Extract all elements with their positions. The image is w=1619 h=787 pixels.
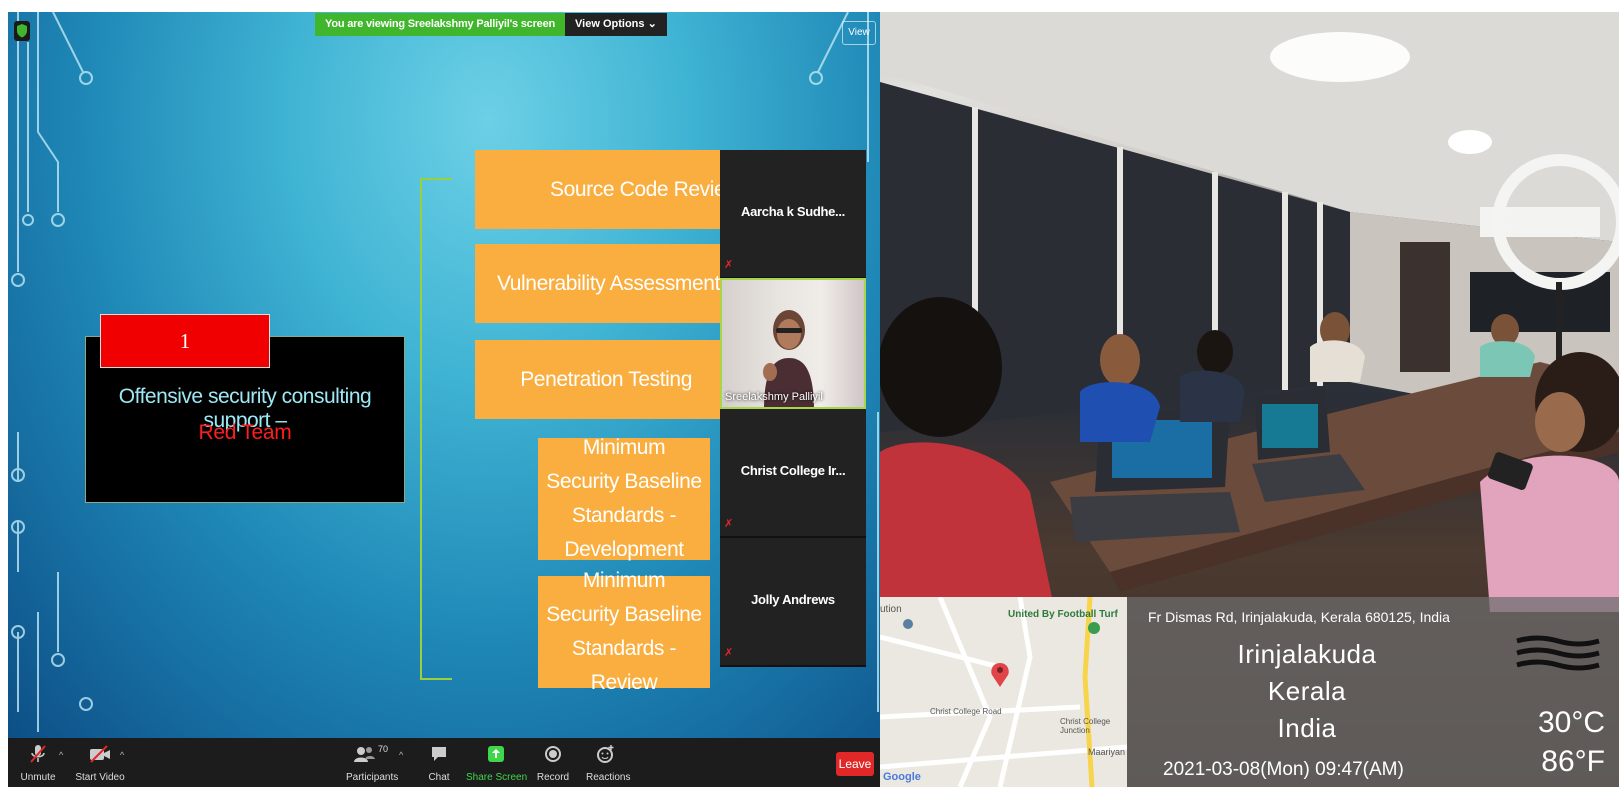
temperature-fahrenheit: 86°F: [1541, 745, 1605, 778]
participant-tile[interactable]: Aarcha k Sudhe... ✗: [720, 150, 866, 279]
slide-box-label: Minimum Security Baseline Standards - Re…: [546, 569, 702, 694]
meeting-toolbar: Unmute ^ Start Video ^ 70 Participants ^…: [8, 738, 880, 787]
geo-city: Irinjalakuda: [1237, 639, 1377, 669]
reactions-icon: [597, 745, 614, 763]
slide-box-vulnerability-assessment: Vulnerability Assessment: [475, 244, 720, 323]
start-video-button[interactable]: Start Video: [72, 742, 128, 783]
map-graphic: [880, 597, 1127, 787]
camera-off-icon: [90, 745, 110, 763]
screen-share-bar: You are viewing Sreelakshmy Palliyil's s…: [315, 13, 667, 36]
mic-muted-icon: ✗: [724, 518, 734, 530]
participant-video-name: Sreelakshmy Palliyil: [725, 391, 823, 403]
participants-label: Participants: [346, 772, 399, 783]
slide-box-msbs-development: Minimum Security Baseline Standards - De…: [538, 436, 710, 561]
slide-box-label: Minimum Security Baseline Standards - De…: [546, 436, 702, 561]
map-label: United By Football Turf: [1008, 609, 1118, 620]
slide-box-label: Vulnerability Assessment: [496, 271, 720, 295]
slide-number-box: 1: [100, 314, 270, 368]
mic-muted-icon: ✗: [724, 647, 734, 659]
record-button[interactable]: Record: [536, 742, 570, 783]
geotag-overlay: Fr Dismas Rd, Irinjalakuda, Kerala 68012…: [1127, 597, 1619, 787]
map-label: ution: [880, 604, 902, 615]
view-button[interactable]: View: [842, 21, 876, 45]
slide-bracket: [420, 178, 452, 680]
participants-button[interactable]: 70 Participants: [346, 742, 399, 783]
audio-options-chevron-icon[interactable]: ^: [59, 750, 63, 760]
participant-name: Jolly Andrews: [751, 592, 835, 607]
view-options-button[interactable]: View Options ⌄: [565, 13, 667, 36]
security-shield-icon[interactable]: [14, 21, 30, 41]
unmute-button[interactable]: Unmute: [18, 742, 58, 783]
share-notice-text: You are viewing Sreelakshmy Palliyil's s…: [315, 13, 566, 36]
participant-name: Christ College Ir...: [740, 463, 846, 478]
record-icon: [545, 746, 561, 762]
participant-count: 70: [377, 744, 388, 754]
zoom-window: You are viewing Sreelakshmy Palliyil's s…: [8, 12, 880, 787]
google-logo: Google: [883, 771, 921, 783]
haze-weather-icon: [1516, 635, 1600, 671]
geo-address: Fr Dismas Rd, Irinjalakuda, Kerala 68012…: [1148, 609, 1450, 625]
share-screen-icon: [488, 746, 504, 762]
chat-button[interactable]: Chat: [424, 742, 454, 783]
reactions-button[interactable]: Reactions: [586, 742, 631, 783]
location-map[interactable]: ution United By Football Turf Christ Col…: [880, 597, 1127, 787]
participant-video-strip: Aarcha k Sudhe... ✗ Sreelakshmy Palliyil…: [720, 150, 866, 667]
geo-datetime: 2021-03-08(Mon) 09:47(AM): [1163, 759, 1404, 780]
share-screen-label: Share Screen: [466, 772, 528, 783]
slide-box-penetration-testing: Penetration Testing: [475, 340, 720, 419]
shared-screen-slide: You are viewing Sreelakshmy Palliyil's s…: [8, 12, 880, 738]
start-video-label: Start Video: [75, 772, 125, 783]
map-label: Christ College Road: [930, 707, 1002, 716]
slide-box-label: Source Code Review: [550, 177, 741, 201]
share-screen-button[interactable]: Share Screen: [466, 742, 528, 783]
map-label: Maariyan: [1088, 747, 1126, 757]
unmute-label: Unmute: [20, 772, 56, 783]
record-label: Record: [536, 772, 570, 783]
participant-video-tile[interactable]: Sreelakshmy Palliyil: [720, 278, 866, 409]
temperature-celsius: 30°C: [1537, 706, 1605, 739]
geo-country: India: [1277, 713, 1337, 743]
participants-chevron-icon[interactable]: ^: [399, 750, 403, 760]
microphone-muted-icon: [30, 745, 46, 763]
reactions-label: Reactions: [586, 772, 631, 783]
map-label: Christ College Junction: [1060, 717, 1111, 735]
slide-subtitle: Red Team: [198, 421, 292, 444]
participant-name: Aarcha k Sudhe...: [741, 204, 845, 219]
participant-tile[interactable]: Jolly Andrews ✗: [720, 538, 866, 667]
chat-label: Chat: [428, 772, 450, 783]
map-place-icon: [1088, 622, 1100, 634]
video-options-chevron-icon[interactable]: ^: [120, 750, 124, 760]
participants-icon: [353, 747, 375, 762]
participant-tile[interactable]: Christ College Ir... ✗: [720, 409, 866, 538]
mic-muted-icon: ✗: [724, 259, 734, 271]
slide-box-label: Penetration Testing: [520, 367, 692, 391]
leave-button[interactable]: Leave: [836, 752, 874, 776]
chat-icon: [432, 747, 446, 761]
slide-box-msbs-review: Minimum Security Baseline Standards - Re…: [538, 569, 710, 694]
map-poi-icon: [903, 619, 913, 629]
geo-state: Kerala: [1267, 676, 1347, 706]
